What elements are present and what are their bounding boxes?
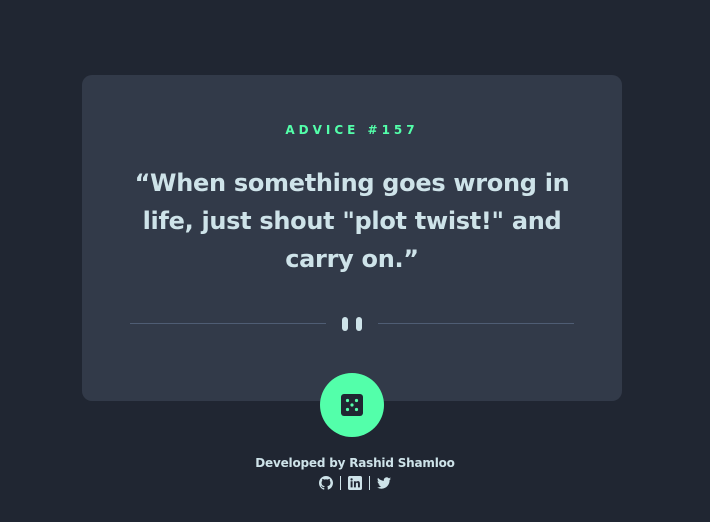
new-advice-button[interactable] <box>320 373 384 437</box>
github-link[interactable] <box>319 476 333 490</box>
linkedin-link[interactable] <box>348 476 362 490</box>
twitter-link[interactable] <box>377 476 391 490</box>
github-icon <box>319 476 333 490</box>
dice-icon <box>341 394 363 416</box>
page: ADVICE #157 “When something goes wrong i… <box>0 0 710 522</box>
twitter-icon <box>377 477 391 489</box>
advice-id-label: ADVICE #157 <box>285 123 419 137</box>
social-separator <box>340 476 341 490</box>
linkedin-icon <box>348 476 362 490</box>
footer: Developed by Rashid Shamloo <box>0 456 710 492</box>
divider-line-left <box>130 323 326 324</box>
pause-icon <box>342 317 362 331</box>
social-links <box>0 474 710 492</box>
divider <box>130 317 574 331</box>
advice-card: ADVICE #157 “When something goes wrong i… <box>82 75 622 401</box>
social-separator <box>369 476 370 490</box>
advice-quote: “When something goes wrong in life, just… <box>134 169 570 273</box>
developer-credit: Developed by Rashid Shamloo <box>255 456 455 470</box>
divider-line-right <box>378 323 574 324</box>
